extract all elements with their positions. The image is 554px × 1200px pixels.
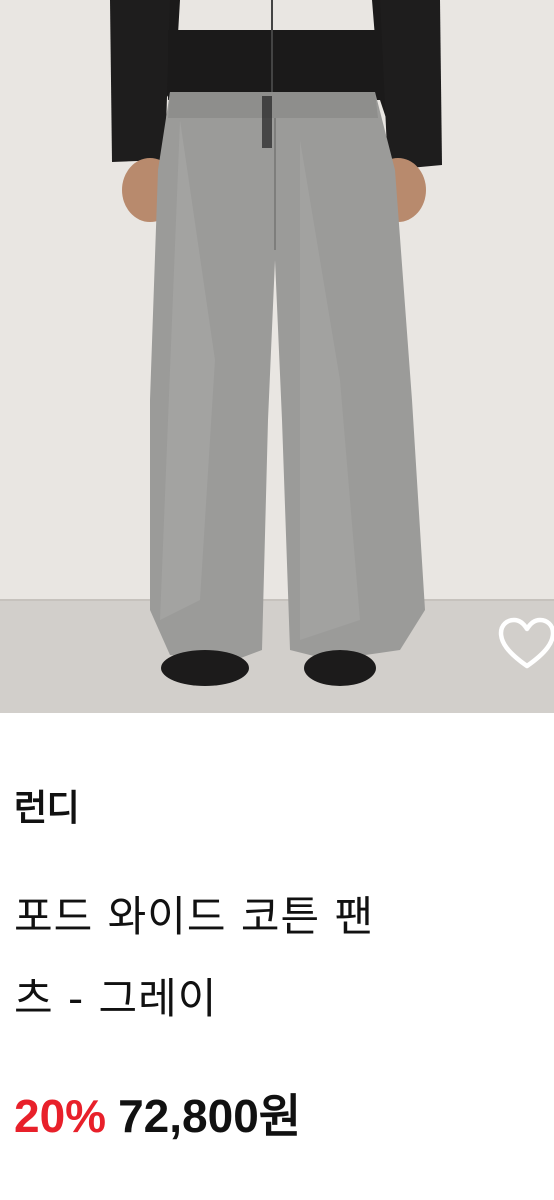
product-photo-illustration — [0, 0, 554, 713]
product-image[interactable] — [0, 0, 554, 713]
price-row: 20% 72,800원 — [14, 1080, 301, 1142]
brand-name[interactable]: 런디 — [14, 785, 80, 833]
product-title[interactable]: 포드 와이드 코튼 팬 츠 - 그레이 — [14, 876, 544, 1040]
product-title-line: 포드 와이드 코튼 팬 — [14, 892, 375, 941]
discount-rate: 20% — [14, 1090, 107, 1142]
wishlist-button[interactable] — [494, 604, 554, 684]
product-title-line: 츠 - 그레이 — [14, 974, 218, 1023]
sale-price: 72,800원 — [118, 1090, 302, 1142]
heart-outline-icon — [498, 617, 554, 669]
